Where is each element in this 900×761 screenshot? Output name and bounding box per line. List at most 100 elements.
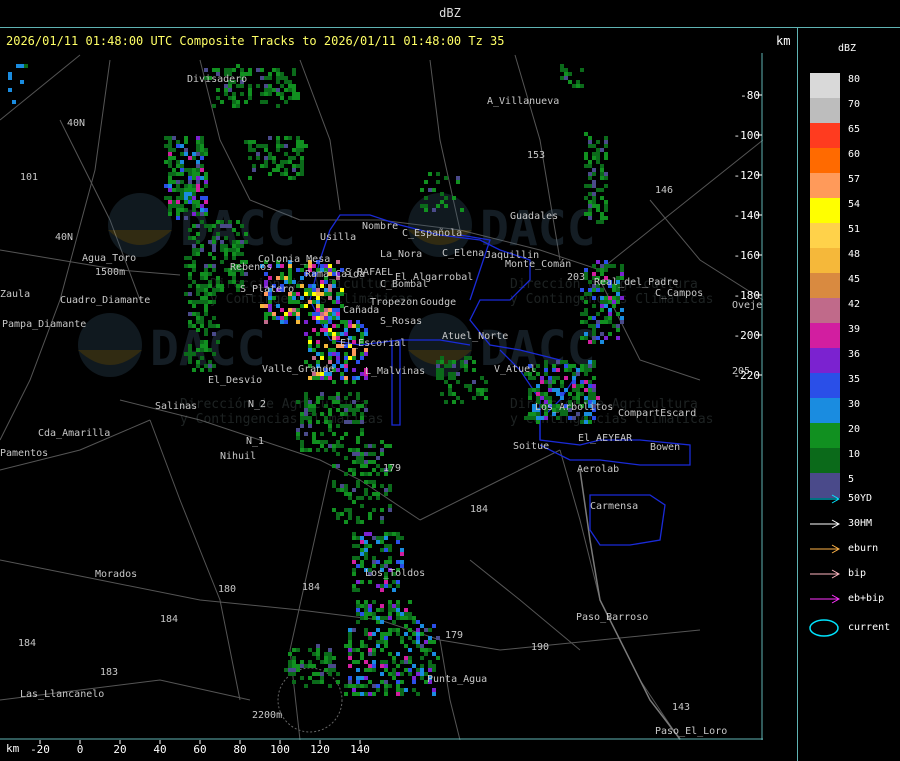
- legend-label-60: 60: [848, 149, 861, 160]
- place-label: Usilla: [320, 232, 356, 243]
- y-tick-label: -120: [734, 169, 761, 182]
- place-label: 184: [302, 582, 320, 593]
- legend-label-65: 65: [848, 124, 861, 135]
- radar-map[interactable]: DACCDirección de Agriculturay Contingenc…: [0, 53, 764, 741]
- place-label: 184: [18, 638, 36, 649]
- x-tick-label: 20: [113, 743, 126, 756]
- track-label: 50YD: [848, 493, 873, 504]
- legend-label-10: 10: [848, 449, 861, 460]
- place-label: El_AEYEAR: [578, 433, 633, 444]
- place-label: Salinas: [155, 401, 197, 412]
- place-label: 190: [531, 642, 549, 653]
- place-label: Pampa_Diamante: [2, 319, 86, 330]
- legend-label-36: 36: [848, 349, 861, 360]
- track-label: bip: [848, 568, 867, 579]
- track-label: eburn: [848, 543, 879, 554]
- legend-label-70: 70: [848, 99, 861, 110]
- place-label: C_Española: [402, 228, 462, 239]
- legend-label-5: 5: [848, 474, 855, 485]
- y-tick-label: -140: [734, 209, 761, 222]
- x-tick-label: 120: [310, 743, 330, 756]
- place-label: 203: [567, 272, 585, 283]
- legend-swatch-36: [810, 348, 840, 373]
- place-label: El_Desvio: [208, 375, 262, 386]
- legend-swatch-51: [810, 223, 840, 248]
- place-label: Nombre: [362, 221, 398, 232]
- place-label: Aerolab: [577, 464, 619, 475]
- place-label: Los_Toldos: [365, 568, 425, 579]
- place-label: Bowen: [650, 442, 680, 453]
- place-label: C_Bombal: [380, 279, 428, 290]
- place-label: L_Malvinas: [365, 366, 425, 377]
- place-label: 179: [445, 630, 463, 641]
- track-arrow-icon: [810, 519, 841, 529]
- place-label: V_Atuel: [494, 364, 536, 375]
- legend-swatch-10: [810, 448, 840, 473]
- track-label: 30HM: [848, 518, 873, 529]
- legend-swatch-80: [810, 73, 840, 98]
- place-label: Divisadero: [187, 74, 247, 85]
- y-tick-label: -80: [740, 89, 760, 102]
- place-label: Paso_Barroso: [576, 612, 648, 623]
- place-label: S_Rosas: [380, 316, 422, 327]
- place-label: Colonia_Mesa: [258, 254, 330, 265]
- legend-swatch-54: [810, 198, 840, 223]
- place-label: Cda_Amarilla: [38, 428, 110, 439]
- place-label: 184: [160, 614, 178, 625]
- place-label: Carmensa: [590, 501, 638, 512]
- place-label: 143: [672, 702, 690, 713]
- track-arrow-icon: [810, 594, 841, 604]
- track-arrow-icon: [810, 494, 841, 504]
- place-label: Agua_Toro: [82, 253, 136, 264]
- place-label: Los_Arbolitos: [535, 402, 613, 413]
- place-label: Goudge: [420, 297, 456, 308]
- place-label: Monte_Comán: [505, 258, 571, 270]
- legend-label-57: 57: [848, 174, 861, 185]
- track-arrow-icon: [810, 569, 841, 579]
- x-tick-label: 0: [77, 743, 84, 756]
- legend-label-45: 45: [848, 274, 861, 285]
- title-bar: dBZ: [0, 0, 900, 28]
- composite-tracks-header: 2026/01/11 01:48:00 UTC Composite Tracks…: [6, 34, 505, 48]
- place-label: El_Escorial: [340, 338, 406, 349]
- place-label: 1500m: [95, 267, 125, 278]
- radar-map-panel[interactable]: DACCDirección de Agriculturay Contingenc…: [0, 53, 764, 741]
- legend-swatch-39: [810, 323, 840, 348]
- legend-swatch-45: [810, 273, 840, 298]
- place-label: S_Platero: [240, 284, 294, 295]
- legend-label-80: 80: [848, 74, 861, 85]
- place-label: 180: [218, 584, 236, 595]
- place-label: Paso_El_Loro: [655, 726, 727, 737]
- place-label: Morados: [95, 569, 137, 580]
- place-label: Nihuil: [220, 451, 256, 462]
- place-label: Soitue: [513, 441, 549, 452]
- window-title: dBZ: [439, 6, 461, 20]
- legend-swatch-20: [810, 423, 840, 448]
- x-tick-label: 60: [193, 743, 206, 756]
- legend-label-48: 48: [848, 249, 861, 260]
- x-tick-label: -20: [30, 743, 50, 756]
- legend-label-51: 51: [848, 224, 861, 235]
- track-arrow-icon: [810, 544, 841, 554]
- place-label: 40N: [67, 118, 85, 129]
- x-tick-label: 100: [270, 743, 290, 756]
- legend-swatch-48: [810, 248, 840, 273]
- place-label: Cuadro_Diamante: [60, 295, 150, 306]
- place-label: N_1: [246, 436, 264, 447]
- y-tick-label: -180: [734, 289, 761, 302]
- x-tick-label: 140: [350, 743, 370, 756]
- legend-swatch-60: [810, 148, 840, 173]
- legend-label-20: 20: [848, 424, 861, 435]
- place-label: 179: [383, 463, 401, 474]
- y-tick-label: -100: [734, 129, 761, 142]
- legend-swatch-70: [810, 98, 840, 123]
- legend-swatch-65: [810, 123, 840, 148]
- x-tick-label: 40: [153, 743, 166, 756]
- legend-label-42: 42: [848, 299, 861, 310]
- place-label: S_RAFAEL: [345, 267, 393, 278]
- dbz-legend: dBZ 80 70 65 60 57 54 51 48 45 42 39 36 35 30 20 10 5 50…: [798, 28, 900, 761]
- legend-title: dBZ: [838, 43, 857, 54]
- place-label: Valle_Grande: [262, 364, 334, 375]
- place-label: La_Nora: [380, 249, 422, 260]
- place-label: C_Elena: [442, 248, 484, 259]
